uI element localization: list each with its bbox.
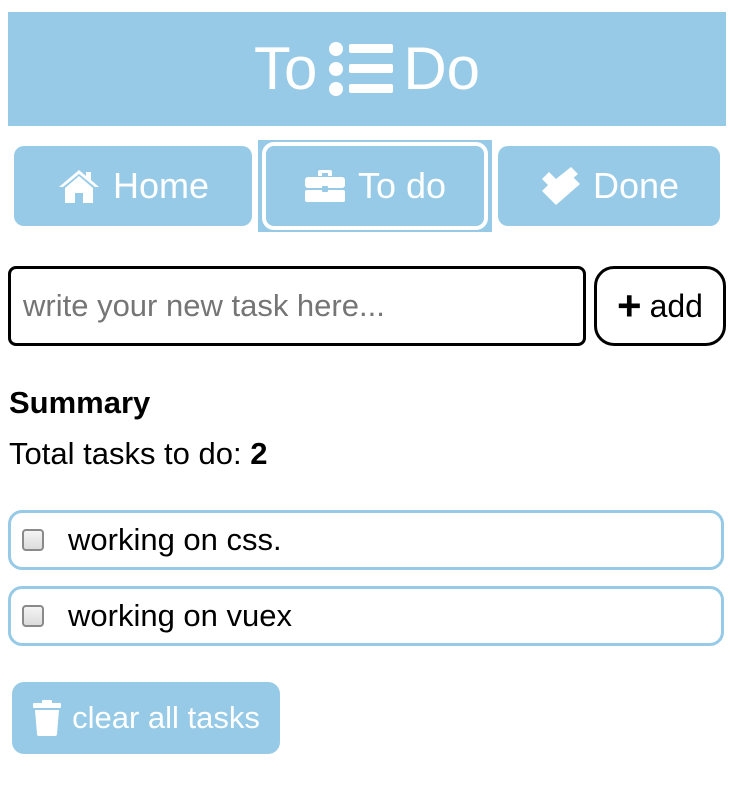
plus-icon: +	[617, 282, 642, 329]
briefcase-icon	[304, 170, 345, 202]
add-button-label: add	[649, 287, 703, 324]
task-checkbox[interactable]	[22, 605, 44, 627]
clear-all-button[interactable]: clear all tasks	[12, 682, 280, 754]
list-icon	[329, 42, 394, 96]
new-task-input[interactable]	[8, 266, 586, 346]
summary-total-count: 2	[250, 436, 268, 471]
trash-icon	[33, 700, 62, 736]
nav-done-button[interactable]: Done	[498, 146, 720, 226]
home-icon	[58, 170, 99, 203]
task-item: working on vuex	[8, 586, 724, 646]
clear-all-label: clear all tasks	[72, 700, 260, 735]
task-text: working on vuex	[68, 598, 293, 633]
task-text: working on css.	[68, 522, 282, 557]
nav-done-label: Done	[592, 165, 680, 206]
title-do: Do	[403, 35, 481, 102]
summary-total: Total tasks to do: 2	[9, 436, 267, 472]
nav-home-label: Home	[112, 165, 210, 206]
nav-todo-label: To do	[357, 165, 447, 206]
task-checkbox[interactable]	[22, 529, 44, 551]
task-item: working on css.	[8, 510, 724, 570]
nav-home-button[interactable]: Home	[14, 146, 252, 226]
title-to: To	[253, 35, 318, 102]
app-header: To Do	[8, 12, 726, 126]
summary-total-label: Total tasks to do:	[9, 436, 251, 471]
summary-heading: Summary	[9, 385, 151, 420]
double-check-icon	[541, 167, 580, 205]
nav-todo-button[interactable]: To do	[262, 142, 488, 230]
add-task-button[interactable]: + add	[594, 266, 726, 346]
